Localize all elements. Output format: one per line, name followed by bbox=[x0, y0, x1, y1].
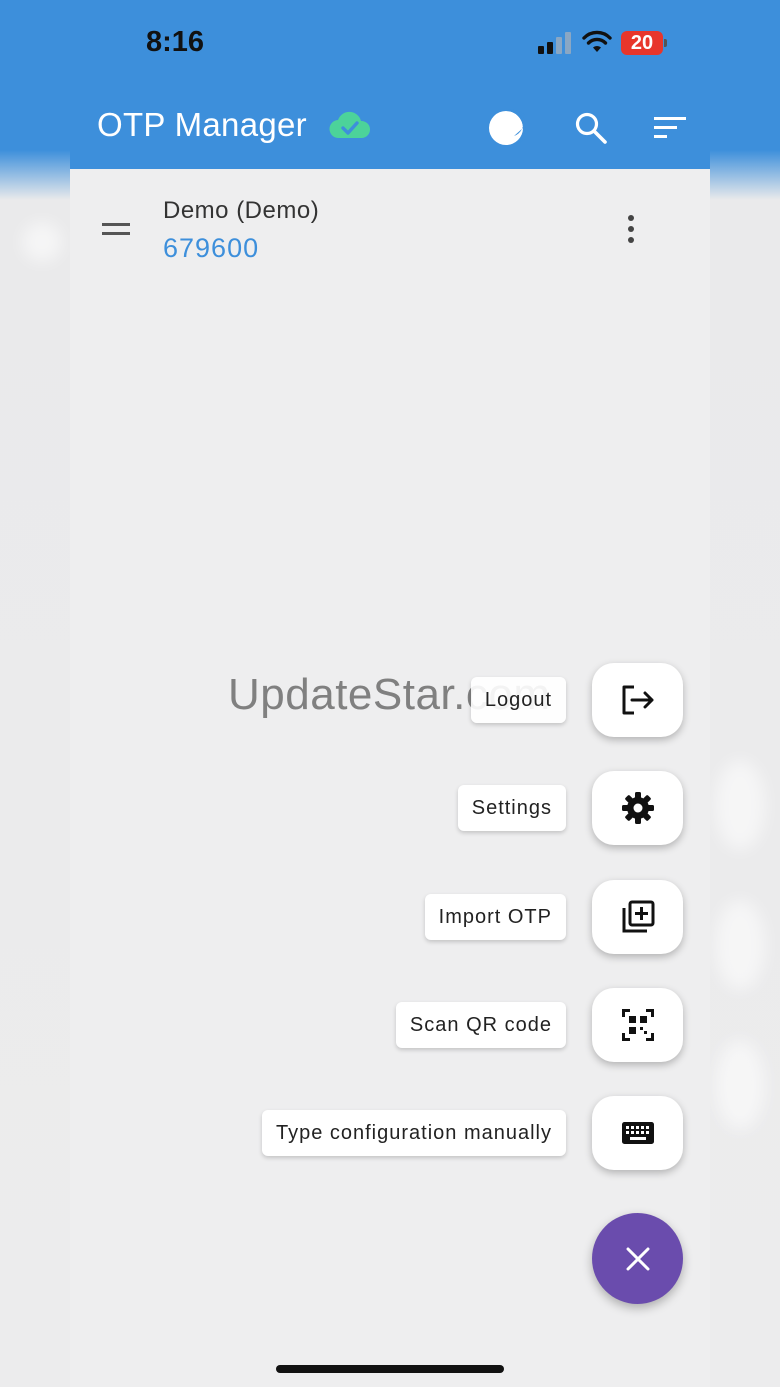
close-icon bbox=[626, 1247, 649, 1270]
keyboard-icon bbox=[621, 1122, 654, 1144]
manual-entry-button[interactable] bbox=[592, 1096, 683, 1170]
scan-qr-button[interactable] bbox=[592, 988, 683, 1062]
search-icon bbox=[575, 112, 607, 144]
wifi-icon bbox=[582, 30, 612, 52]
library-add-icon bbox=[622, 900, 654, 933]
qr-code-scanner-icon bbox=[621, 1009, 654, 1041]
manual-entry-label[interactable]: Type configuration manually bbox=[261, 1110, 566, 1156]
close-speed-dial-button[interactable] bbox=[592, 1213, 683, 1304]
status-time: 8:16 bbox=[146, 26, 205, 58]
backdrop-blob bbox=[22, 222, 62, 262]
otp-entry-title: Demo (Demo) bbox=[163, 197, 320, 224]
drag-handle-icon[interactable] bbox=[102, 223, 130, 237]
otp-entry-code[interactable]: 679600 bbox=[163, 233, 259, 264]
otp-entry[interactable]: Demo (Demo) 679600 bbox=[70, 169, 710, 289]
import-otp-button[interactable] bbox=[592, 880, 683, 954]
scan-qr-label[interactable]: Scan QR code bbox=[395, 1002, 566, 1048]
theme-toggle-icon bbox=[489, 109, 526, 145]
backdrop-left bbox=[0, 0, 70, 1387]
home-indicator[interactable] bbox=[276, 1365, 504, 1373]
cloud-check-icon bbox=[329, 111, 371, 139]
logout-button[interactable] bbox=[592, 663, 683, 737]
more-options-icon[interactable] bbox=[620, 211, 642, 247]
search-button[interactable] bbox=[567, 104, 615, 152]
settings-button[interactable] bbox=[592, 771, 683, 845]
backdrop-blob bbox=[715, 1040, 765, 1130]
logout-label[interactable]: Logout bbox=[470, 677, 566, 723]
app-bar: OTP Manager bbox=[70, 86, 710, 169]
app-title: OTP Manager bbox=[97, 106, 307, 143]
logout-icon bbox=[622, 685, 653, 715]
import-otp-label[interactable]: Import OTP bbox=[424, 894, 566, 940]
sort-button[interactable] bbox=[646, 104, 694, 152]
settings-label[interactable]: Settings bbox=[457, 785, 566, 831]
gear-icon bbox=[621, 792, 654, 824]
battery-cap bbox=[664, 39, 667, 47]
backdrop-right bbox=[710, 0, 780, 1387]
backdrop-blob bbox=[715, 760, 765, 850]
battery-indicator: 20 bbox=[621, 31, 663, 55]
sort-icon bbox=[654, 117, 686, 138]
cellular-signal-icon bbox=[538, 32, 572, 54]
backdrop-blob bbox=[715, 900, 765, 990]
status-bar: 8:16 20 bbox=[0, 0, 780, 86]
theme-toggle-button[interactable] bbox=[482, 104, 530, 152]
